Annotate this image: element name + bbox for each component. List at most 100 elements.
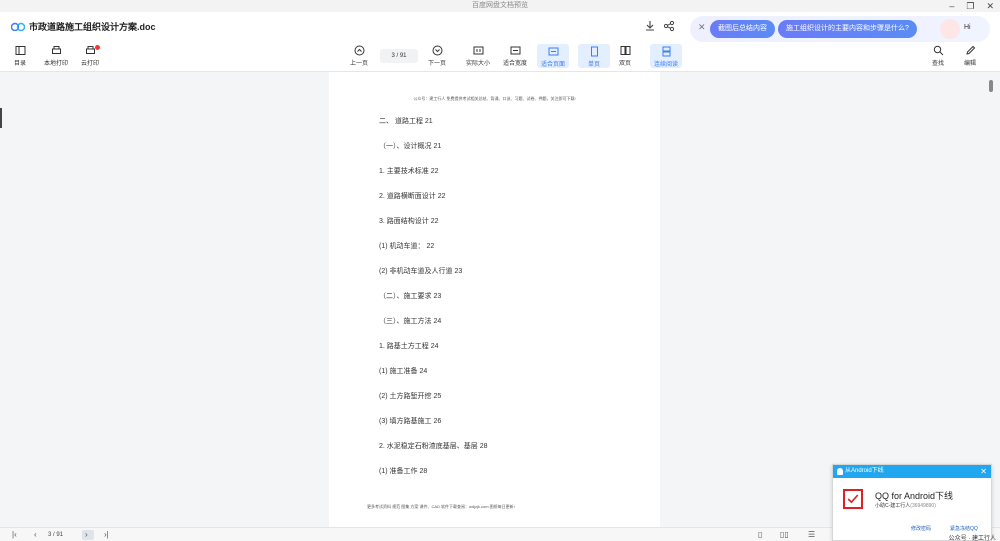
toc-button[interactable]: 目录	[4, 45, 36, 67]
window-titlebar: 百度网盘文档预览 – ❐ ✕	[0, 0, 1000, 12]
fit-page-button[interactable]: 适合页面	[537, 44, 569, 68]
qq-penguin-icon	[837, 468, 843, 475]
single-page-button[interactable]: 单页	[578, 44, 610, 68]
double-view-icon[interactable]: ▯▯	[780, 529, 789, 541]
window-title: 百度网盘文档预览	[472, 2, 528, 9]
toc-line: (3) 填方路基施工 26	[379, 418, 442, 425]
sidebar-icon	[15, 46, 25, 55]
document-header: 市政道路施工组织设计方案.doc ✕ 截图后总结内容 施工组织设计的主要内容和步…	[0, 12, 1000, 42]
vertical-scrollbar[interactable]	[989, 80, 993, 92]
change-password-link[interactable]: 修改密码	[911, 525, 931, 532]
ai-avatar[interactable]	[940, 19, 960, 39]
status-page-indicator: 3 / 91	[48, 532, 64, 538]
share-icon[interactable]	[663, 20, 675, 32]
toc-line: (2) 非机动车道及人行道 23	[379, 268, 463, 275]
single-page-icon	[590, 46, 598, 57]
first-page-icon[interactable]: |‹	[12, 529, 17, 541]
toc-line: 1. 主要技术标准 22	[379, 168, 439, 175]
toc-line: （二）、施工要求 23	[379, 293, 442, 300]
notification-header-text: 从Android下线	[845, 468, 884, 474]
continuous-view-icon[interactable]: ☰	[808, 529, 815, 541]
double-page-button[interactable]: 双页	[609, 45, 641, 67]
toc-line: 2. 道路横断面设计 22	[379, 193, 446, 200]
edit-button[interactable]: 编辑	[954, 45, 986, 67]
continuous-read-label: 连续阅读	[653, 62, 678, 68]
last-page-icon[interactable]: ›|	[104, 529, 109, 541]
printer-icon	[51, 46, 61, 54]
cloud-print-button[interactable]: 云打印	[74, 45, 106, 67]
double-page-label: 双页	[618, 61, 631, 67]
edit-label: 编辑	[963, 61, 976, 67]
toc-line: （一）、设计概况 21	[379, 143, 442, 150]
fit-page-icon	[548, 47, 558, 56]
toc-line: 1. 路基土方工程 24	[379, 343, 439, 350]
qq-notification: 从Android下线 ✕ QQ for Android下线 小助C-建工行人(3…	[832, 464, 992, 541]
fit-width-button[interactable]: 适合宽度	[499, 45, 531, 67]
viewer-toolbar: 目录 本地打印 云打印 上一页 3 / 91 下一页 实际大小 适合宽度 适合页…	[0, 42, 1000, 72]
next-page-icon[interactable]	[82, 530, 94, 540]
toc-line: 二、 道路工程 21	[379, 118, 433, 125]
page-header-text: 公众号：建工行人 免费提供考试相关总结、背诵、口诀、习题、试卷、押题，关注即可下…	[413, 96, 576, 101]
page-footer-text: 更多考试资料 规范 图集 方案 课件、CAD 软件下载查阅：wdjzjk.com…	[367, 504, 515, 509]
restore-icon[interactable]: ❐	[966, 0, 974, 12]
notification-close-icon[interactable]: ✕	[980, 465, 987, 478]
page-number-input[interactable]: 3 / 91	[380, 49, 418, 63]
toc-line: (1) 施工准备 24	[379, 368, 428, 375]
next-page-button[interactable]: 下一页	[421, 45, 453, 67]
cloud-print-label: 云打印	[80, 61, 99, 67]
toc-line: (2) 土方路堑开挖 25	[379, 393, 442, 400]
find-button[interactable]: 查找	[922, 45, 954, 67]
double-page-icon	[620, 46, 630, 55]
ai-greeting[interactable]: Hi	[964, 24, 971, 31]
notification-header: 从Android下线 ✕	[833, 465, 991, 478]
watermark-text: 公众号 · 建工行人	[948, 536, 996, 541]
toc-line: 3. 路面结构设计 22	[379, 218, 439, 225]
account-id: (36949890)	[910, 503, 936, 509]
prev-page-button[interactable]: 上一页	[343, 45, 375, 67]
search-icon	[933, 45, 943, 56]
freeze-qq-link[interactable]: 紧急冻结QQ	[950, 525, 978, 532]
actual-size-button[interactable]: 实际大小	[462, 45, 494, 67]
single-page-label: 单页	[587, 62, 600, 68]
find-label: 查找	[931, 61, 944, 67]
arrow-down-icon	[432, 45, 442, 56]
toc-line: (1) 准备工作 28	[379, 468, 428, 475]
notification-title: QQ for Android下线	[875, 491, 954, 501]
account-name: 小助C-建工行人	[875, 503, 911, 509]
actual-size-icon	[473, 46, 483, 55]
local-print-label: 本地打印	[43, 61, 68, 67]
prev-page-icon[interactable]: ‹	[34, 529, 37, 541]
ai-assistant-bar: ✕ 截图后总结内容 施工组织设计的主要内容和步骤是什么? Hi	[690, 16, 990, 42]
ai-close-icon[interactable]: ✕	[698, 22, 706, 33]
next-page-label: 下一页	[427, 61, 446, 67]
document-title: 市政道路施工组织设计方案.doc	[29, 22, 156, 32]
left-panel-edge	[0, 108, 2, 128]
fit-width-icon	[510, 46, 520, 55]
ai-chip-summarize[interactable]: 截图后总结内容	[710, 20, 775, 38]
prev-page-label: 上一页	[349, 61, 368, 67]
pencil-icon	[965, 45, 975, 55]
notification-dot	[95, 45, 100, 50]
document-page: 公众号：建工行人 免费提供考试相关总结、背诵、口诀、习题、试卷、押题，关注即可下…	[329, 72, 660, 527]
arrow-up-icon	[354, 45, 364, 56]
cloud-printer-icon	[85, 46, 95, 54]
minimize-icon[interactable]: –	[949, 0, 954, 12]
ai-chip-question[interactable]: 施工组织设计的主要内容和步骤是什么?	[778, 20, 917, 38]
continuous-read-button[interactable]: 连续阅读	[650, 44, 682, 68]
notification-account: 小助C-建工行人(36949890)	[875, 502, 936, 509]
close-icon[interactable]: ✕	[986, 0, 994, 12]
next-page-glyph-icon[interactable]: ›	[85, 529, 88, 541]
toc-line: 2. 水泥稳定石粉渣底基层、基层 28	[379, 443, 488, 450]
toc-label: 目录	[13, 61, 26, 67]
local-print-button[interactable]: 本地打印	[40, 45, 72, 67]
actual-size-label: 实际大小	[465, 61, 490, 67]
download-icon[interactable]	[644, 20, 656, 32]
checkmark-icon	[843, 489, 863, 509]
fit-page-label: 适合页面	[540, 62, 565, 68]
single-view-icon[interactable]: ▯	[758, 529, 762, 541]
toc-line: (1) 机动车道： 22	[379, 243, 435, 250]
toc-line: （三）、施工方法 24	[379, 318, 442, 325]
continuous-icon	[662, 46, 670, 57]
baidu-netdisk-logo-icon	[11, 22, 25, 31]
fit-width-label: 适合宽度	[502, 61, 527, 67]
